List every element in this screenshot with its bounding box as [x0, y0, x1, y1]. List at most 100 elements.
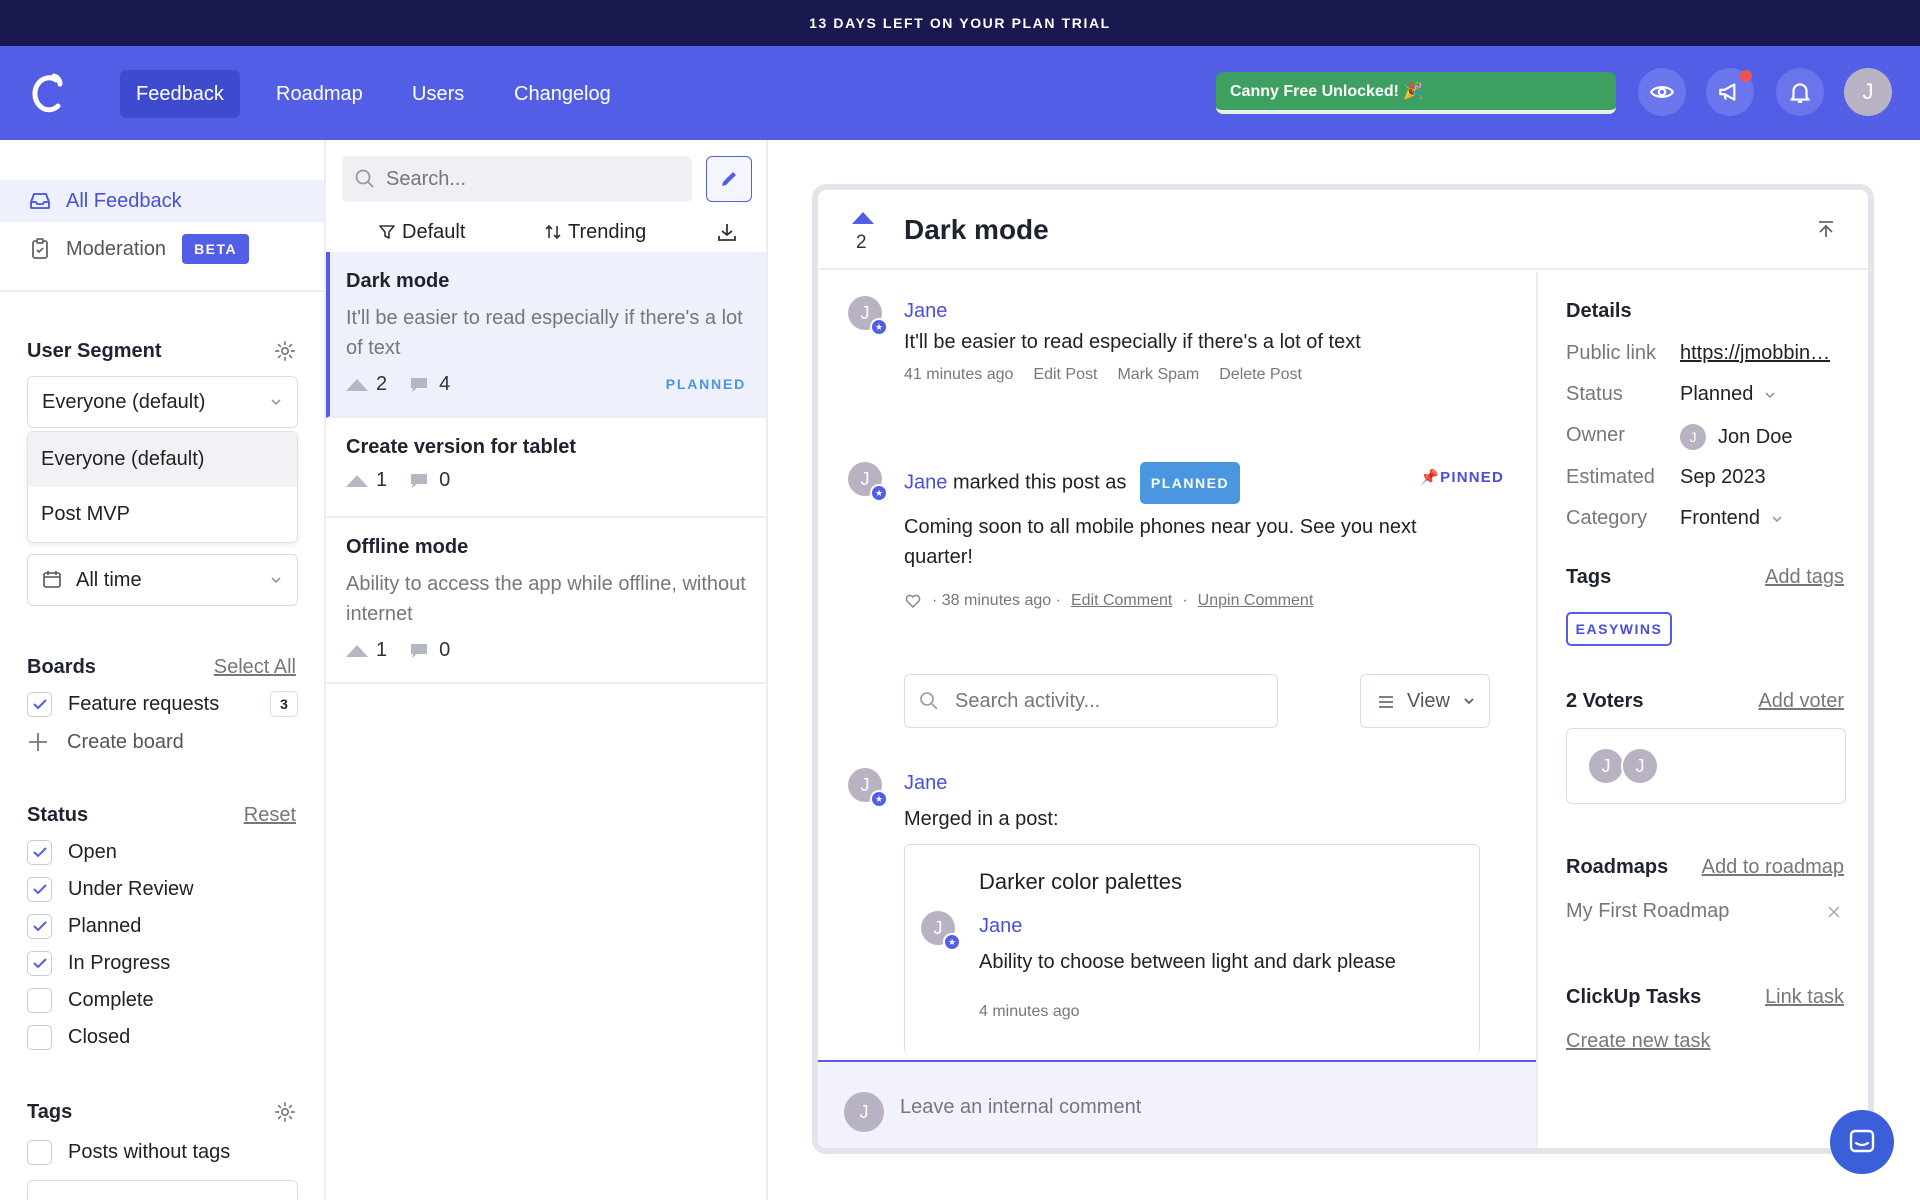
canny-logo-icon[interactable]	[28, 70, 66, 116]
checkbox[interactable]	[27, 913, 52, 939]
collapse-icon[interactable]	[1814, 216, 1838, 240]
date-range-select[interactable]: All time	[27, 554, 298, 606]
activity-search-placeholder: Search activity...	[955, 689, 1101, 712]
checkbox[interactable]	[27, 691, 52, 717]
tag-chip[interactable]: EASYWINS	[1566, 612, 1672, 646]
edit-post-link[interactable]: Edit Post	[1033, 366, 1097, 384]
author-name[interactable]: Jane	[904, 772, 947, 795]
checkbox[interactable]	[27, 1139, 52, 1165]
announcements-button[interactable]	[1706, 68, 1754, 116]
add-tags-link[interactable]: Add tags	[1765, 566, 1844, 589]
check-icon	[32, 699, 47, 710]
upvote-icon[interactable]	[346, 644, 368, 657]
roadmap-item[interactable]: My First Roadmap	[1566, 900, 1729, 923]
nav-tab-feedback[interactable]: Feedback	[120, 70, 240, 118]
gear-icon[interactable]	[274, 1101, 296, 1123]
date-range-value: All time	[76, 568, 142, 591]
chat-launcher-button[interactable]	[1830, 1110, 1894, 1174]
eta-value[interactable]: Sep 2023	[1680, 466, 1766, 489]
heart-icon[interactable]	[904, 592, 922, 610]
nav-tab-changelog[interactable]: Changelog	[498, 70, 627, 118]
post-title: Offline mode	[346, 536, 469, 558]
filter-button[interactable]: Default	[378, 221, 465, 244]
user-segment-select[interactable]: Everyone (default)	[27, 376, 298, 428]
pinned-badge: 📌PINNED	[1420, 468, 1504, 486]
user-avatar[interactable]: J	[1844, 68, 1892, 116]
tags-title: Tags	[27, 1101, 73, 1123]
preview-button[interactable]	[1638, 68, 1686, 116]
admin-star-icon: ★	[943, 933, 961, 951]
voter-avatar[interactable]: J	[1621, 747, 1659, 785]
segment-option-post-mvp[interactable]: Post MVP	[28, 487, 297, 542]
post-item[interactable]: Offline mode Ability to access the app w…	[326, 518, 766, 684]
reset-link[interactable]: Reset	[244, 804, 296, 827]
category-select[interactable]: Frontend	[1680, 507, 1784, 530]
gear-icon[interactable]	[274, 340, 296, 362]
status-filter-open[interactable]: Open	[27, 837, 117, 867]
checkbox[interactable]	[27, 1024, 52, 1050]
upvote-icon[interactable]	[346, 474, 368, 487]
upvote-icon[interactable]	[346, 378, 368, 391]
nav-tab-roadmap[interactable]: Roadmap	[260, 70, 379, 118]
mark-spam-link[interactable]: Mark Spam	[1117, 366, 1199, 384]
segment-option-everyone[interactable]: Everyone (default)	[28, 432, 297, 487]
create-board-link[interactable]: Create board	[27, 727, 184, 757]
vote-count: 1	[376, 469, 388, 491]
nav-tab-users[interactable]: Users	[396, 70, 480, 118]
status-select[interactable]: Planned	[1680, 383, 1777, 406]
author-name[interactable]: Jane	[904, 300, 947, 323]
filter-label: Default	[402, 220, 466, 243]
tag-search-input[interactable]	[27, 1180, 298, 1200]
voter-avatar[interactable]: J	[1587, 747, 1625, 785]
avatar[interactable]: J ★	[848, 462, 888, 502]
select-all-link[interactable]: Select All	[214, 656, 296, 679]
public-link[interactable]: https://jmobbin…	[1680, 342, 1830, 365]
post-description: It'll be easier to read especially if th…	[346, 307, 743, 359]
upvote-icon[interactable]	[852, 212, 874, 224]
owner-select[interactable]: J Jon Doe	[1680, 424, 1793, 450]
checkbox[interactable]	[27, 839, 52, 865]
unpin-comment-link[interactable]: Unpin Comment	[1198, 592, 1314, 610]
status-filter-in-progress[interactable]: In Progress	[27, 948, 170, 978]
edit-comment-link[interactable]: Edit Comment	[1071, 592, 1172, 610]
add-to-roadmap-link[interactable]: Add to roadmap	[1702, 856, 1844, 879]
checkbox[interactable]	[27, 876, 52, 902]
avatar-initial: J	[860, 302, 870, 323]
post-header: 2 Dark mode	[818, 190, 1868, 270]
tag-filter-without-tags[interactable]: Posts without tags	[27, 1137, 230, 1167]
create-task-link[interactable]: Create new task	[1566, 1030, 1711, 1053]
vote-count: 2	[856, 232, 867, 253]
post-item[interactable]: Dark mode It'll be easier to read especi…	[326, 252, 766, 418]
link-task-link[interactable]: Link task	[1765, 986, 1844, 1009]
delete-post-link[interactable]: Delete Post	[1219, 366, 1302, 384]
close-icon[interactable]	[1826, 904, 1842, 920]
avatar[interactable]: J ★	[921, 911, 961, 951]
checkbox[interactable]	[27, 950, 52, 976]
sidebar-item-moderation[interactable]: Moderation BETA	[0, 228, 324, 270]
check-icon	[32, 921, 47, 932]
create-post-button[interactable]	[706, 156, 752, 202]
status-filter-closed[interactable]: Closed	[27, 1022, 130, 1052]
sort-button[interactable]: Trending	[544, 221, 646, 244]
merged-author-name[interactable]: Jane	[979, 915, 1022, 938]
board-item-feature-requests[interactable]: Feature requests	[27, 689, 219, 719]
sidebar-item-all-feedback[interactable]: All Feedback	[0, 180, 324, 222]
merged-post-card[interactable]: Darker color palettes J ★ Jane Ability t…	[904, 844, 1480, 1054]
post-search-input[interactable]: Search...	[342, 156, 692, 202]
status-filter-under-review[interactable]: Under Review	[27, 874, 194, 904]
post-item[interactable]: Create version for tablet 1 0	[326, 418, 766, 518]
avatar[interactable]: J ★	[848, 296, 888, 336]
author-name[interactable]: Jane	[904, 471, 947, 493]
status-filter-planned[interactable]: Planned	[27, 911, 141, 941]
check-icon	[32, 884, 47, 895]
notifications-button[interactable]	[1776, 68, 1824, 116]
plan-unlocked-banner[interactable]: Canny Free Unlocked! 🎉	[1216, 72, 1616, 114]
export-button[interactable]	[716, 221, 744, 243]
status-filter-complete[interactable]: Complete	[27, 985, 154, 1015]
checkbox[interactable]	[27, 987, 52, 1013]
view-filter-button[interactable]: View	[1360, 674, 1490, 728]
internal-comment-composer[interactable]: J Leave an internal comment	[818, 1060, 1536, 1148]
add-voter-link[interactable]: Add voter	[1758, 690, 1844, 713]
activity-search-input[interactable]: Search activity...	[904, 674, 1278, 728]
avatar[interactable]: J ★	[848, 768, 888, 808]
